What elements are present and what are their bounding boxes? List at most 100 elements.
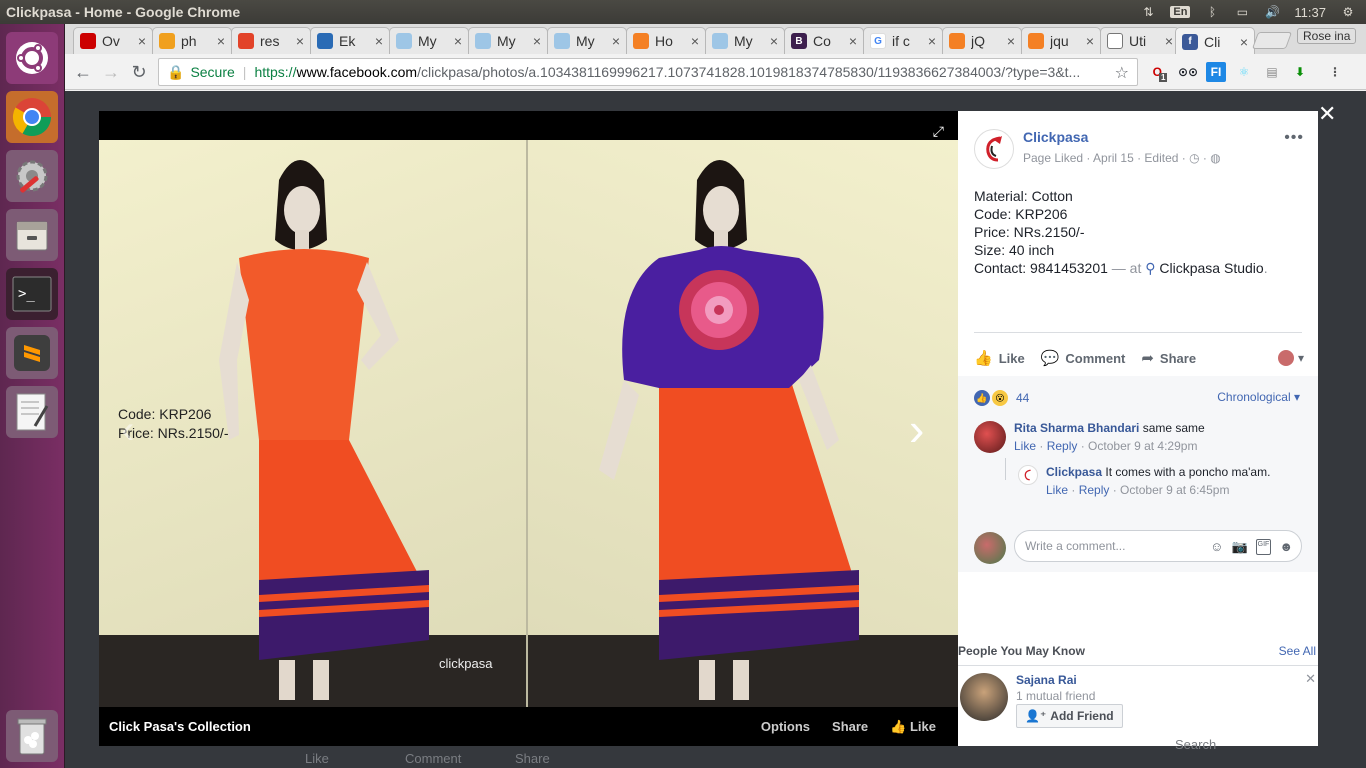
close-icon[interactable]: × bbox=[296, 33, 304, 49]
comments-section: 👍 😮 44 Chronological ▾ Rita Sharma Bhand… bbox=[958, 376, 1318, 572]
post-share-button[interactable]: ➦ Share bbox=[1141, 349, 1196, 367]
browser-tab[interactable]: Gif c × bbox=[863, 27, 943, 54]
clickpasa-logo-icon[interactable] bbox=[1018, 465, 1038, 485]
chrome-menu-icon[interactable]: ⋮ bbox=[1325, 62, 1345, 82]
see-all-link[interactable]: See All bbox=[1279, 644, 1316, 658]
close-icon[interactable]: × bbox=[1165, 33, 1173, 49]
browser-tab[interactable]: My × bbox=[705, 27, 785, 54]
camera-icon[interactable]: 📷 bbox=[1231, 539, 1247, 555]
close-viewer-icon[interactable]: ✕ bbox=[1318, 101, 1336, 127]
post-as-selector[interactable]: ▾ bbox=[1277, 350, 1304, 366]
address-bar[interactable]: 🔒 Secure | https:// www.facebook.com /cl… bbox=[158, 58, 1138, 86]
comment-author[interactable]: Clickpasa bbox=[1046, 465, 1102, 479]
back-arrow-icon[interactable]: ← bbox=[73, 62, 93, 82]
add-friend-button[interactable]: 👤⁺ Add Friend bbox=[1016, 704, 1123, 728]
bookmark-star-icon[interactable]: ☆ bbox=[1115, 63, 1129, 83]
close-icon[interactable]: × bbox=[770, 33, 778, 49]
browser-tab[interactable]: My × bbox=[389, 27, 469, 54]
files-icon[interactable] bbox=[6, 209, 58, 261]
comment-like-link[interactable]: Like bbox=[1014, 439, 1036, 453]
clickpasa-logo-icon[interactable] bbox=[974, 129, 1014, 169]
post-comment-button[interactable]: 💬 Comment bbox=[1041, 349, 1126, 367]
reactions-summary[interactable]: 👍 😮 44 bbox=[974, 390, 1029, 406]
forward-arrow-icon[interactable]: → bbox=[101, 62, 121, 82]
comment-author[interactable]: Rita Sharma Bhandari bbox=[1014, 421, 1139, 435]
ubuntu-home-icon[interactable] bbox=[6, 32, 58, 84]
browser-tab[interactable]: Ho × bbox=[626, 27, 706, 54]
system-settings-icon[interactable] bbox=[6, 150, 58, 202]
volume-icon[interactable]: 🔊 bbox=[1264, 5, 1280, 19]
browser-tab[interactable]: jqu × bbox=[1021, 27, 1101, 54]
album-title[interactable]: Click Pasa's Collection bbox=[99, 719, 761, 734]
person-name-link[interactable]: Sajana Rai bbox=[1016, 673, 1077, 687]
comment-sort-dropdown[interactable]: Chronological ▾ bbox=[1217, 390, 1300, 404]
comment-like-link[interactable]: Like bbox=[1046, 483, 1068, 497]
comment-input[interactable]: Write a comment... ☺ 📷 GIF ☻ bbox=[1014, 530, 1302, 562]
close-icon[interactable]: × bbox=[691, 33, 699, 49]
sublime-text-icon[interactable] bbox=[6, 327, 58, 379]
browser-tab[interactable]: My × bbox=[468, 27, 548, 54]
new-tab-button[interactable] bbox=[1251, 32, 1293, 49]
avatar[interactable] bbox=[974, 421, 1006, 453]
sticker-icon[interactable]: ☻ bbox=[1279, 539, 1293, 555]
gear-icon[interactable]: ⚙ bbox=[1340, 5, 1356, 19]
close-icon[interactable]: × bbox=[375, 33, 383, 49]
avatar[interactable] bbox=[960, 673, 1008, 721]
next-photo-icon[interactable]: › bbox=[909, 402, 924, 456]
browser-tab[interactable]: B Co × bbox=[784, 27, 864, 54]
like-button[interactable]: 👍 Like bbox=[890, 719, 936, 735]
network-arrows-icon[interactable]: ⇅ bbox=[1140, 5, 1156, 19]
clock[interactable]: 11:37 bbox=[1294, 5, 1326, 20]
comment-timestamp[interactable]: October 9 at 4:29pm bbox=[1088, 439, 1197, 453]
close-icon[interactable]: × bbox=[612, 33, 620, 49]
close-icon[interactable]: × bbox=[928, 33, 936, 49]
close-icon[interactable]: × bbox=[1007, 33, 1015, 49]
react-devtools-icon[interactable]: ⚛ bbox=[1234, 62, 1254, 82]
share-button[interactable]: Share bbox=[832, 719, 868, 734]
comment-reply-link[interactable]: Reply bbox=[1047, 439, 1078, 453]
comment-timestamp[interactable]: October 9 at 6:45pm bbox=[1120, 483, 1229, 497]
text-editor-icon[interactable] bbox=[6, 386, 58, 438]
close-icon[interactable]: × bbox=[138, 33, 146, 49]
profile-button[interactable]: Rose ina bbox=[1297, 28, 1357, 44]
glasses-extension-icon[interactable]: ⊙⊙ bbox=[1178, 62, 1198, 82]
browser-tab-active[interactable]: f Cli × bbox=[1175, 27, 1255, 55]
browser-tab[interactable]: Ov × bbox=[73, 27, 153, 54]
browser-tab[interactable]: My × bbox=[547, 27, 627, 54]
browser-tab[interactable]: ph × bbox=[152, 27, 232, 54]
close-icon[interactable]: × bbox=[1086, 33, 1094, 49]
page-extension-icon[interactable]: ▤ bbox=[1262, 62, 1282, 82]
post-like-button[interactable]: 👍 Like bbox=[974, 349, 1025, 367]
close-icon[interactable]: × bbox=[533, 33, 541, 49]
opera-extension-icon[interactable]: O1 bbox=[1150, 62, 1170, 82]
comment-reply-link[interactable]: Reply bbox=[1079, 483, 1110, 497]
browser-tab[interactable]: res × bbox=[231, 27, 311, 54]
product-photo[interactable]: Code: KRP206 Price: NRs.2150/- clickpasa… bbox=[99, 140, 958, 707]
close-icon[interactable]: × bbox=[849, 33, 857, 49]
browser-tab[interactable]: Uti × bbox=[1100, 27, 1180, 54]
browser-tab[interactable]: Ek × bbox=[310, 27, 390, 54]
gif-icon[interactable]: GIF bbox=[1255, 539, 1272, 555]
close-icon[interactable]: × bbox=[217, 33, 225, 49]
keyboard-layout-indicator[interactable]: En bbox=[1170, 6, 1191, 18]
trash-icon[interactable] bbox=[6, 710, 58, 762]
battery-icon[interactable]: ▭ bbox=[1234, 5, 1250, 19]
page-name-link[interactable]: Clickpasa bbox=[1023, 129, 1088, 145]
chrome-icon[interactable] bbox=[6, 91, 58, 143]
reload-icon[interactable]: ↻ bbox=[129, 62, 149, 82]
mutual-friends-link[interactable]: 1 mutual friend bbox=[1016, 689, 1095, 703]
fullscreen-icon[interactable]: ⤢ bbox=[933, 123, 944, 140]
browser-tab[interactable]: jQ × bbox=[942, 27, 1022, 54]
fi-extension-icon[interactable]: FI bbox=[1206, 62, 1226, 82]
download-extension-icon[interactable]: ⬇ bbox=[1290, 62, 1310, 82]
previous-photo-icon[interactable]: ‹ bbox=[121, 408, 134, 453]
more-options-icon[interactable]: ••• bbox=[1284, 129, 1304, 147]
bluetooth-icon[interactable]: ᛒ bbox=[1204, 5, 1220, 19]
terminal-icon[interactable]: >_ bbox=[6, 268, 58, 320]
close-icon[interactable]: × bbox=[454, 33, 462, 49]
options-button[interactable]: Options bbox=[761, 719, 810, 734]
close-icon[interactable]: ✕ bbox=[1305, 671, 1316, 687]
place-link[interactable]: Clickpasa Studio bbox=[1159, 260, 1263, 276]
emoji-icon[interactable]: ☺ bbox=[1210, 539, 1223, 555]
close-icon[interactable]: × bbox=[1240, 34, 1248, 50]
